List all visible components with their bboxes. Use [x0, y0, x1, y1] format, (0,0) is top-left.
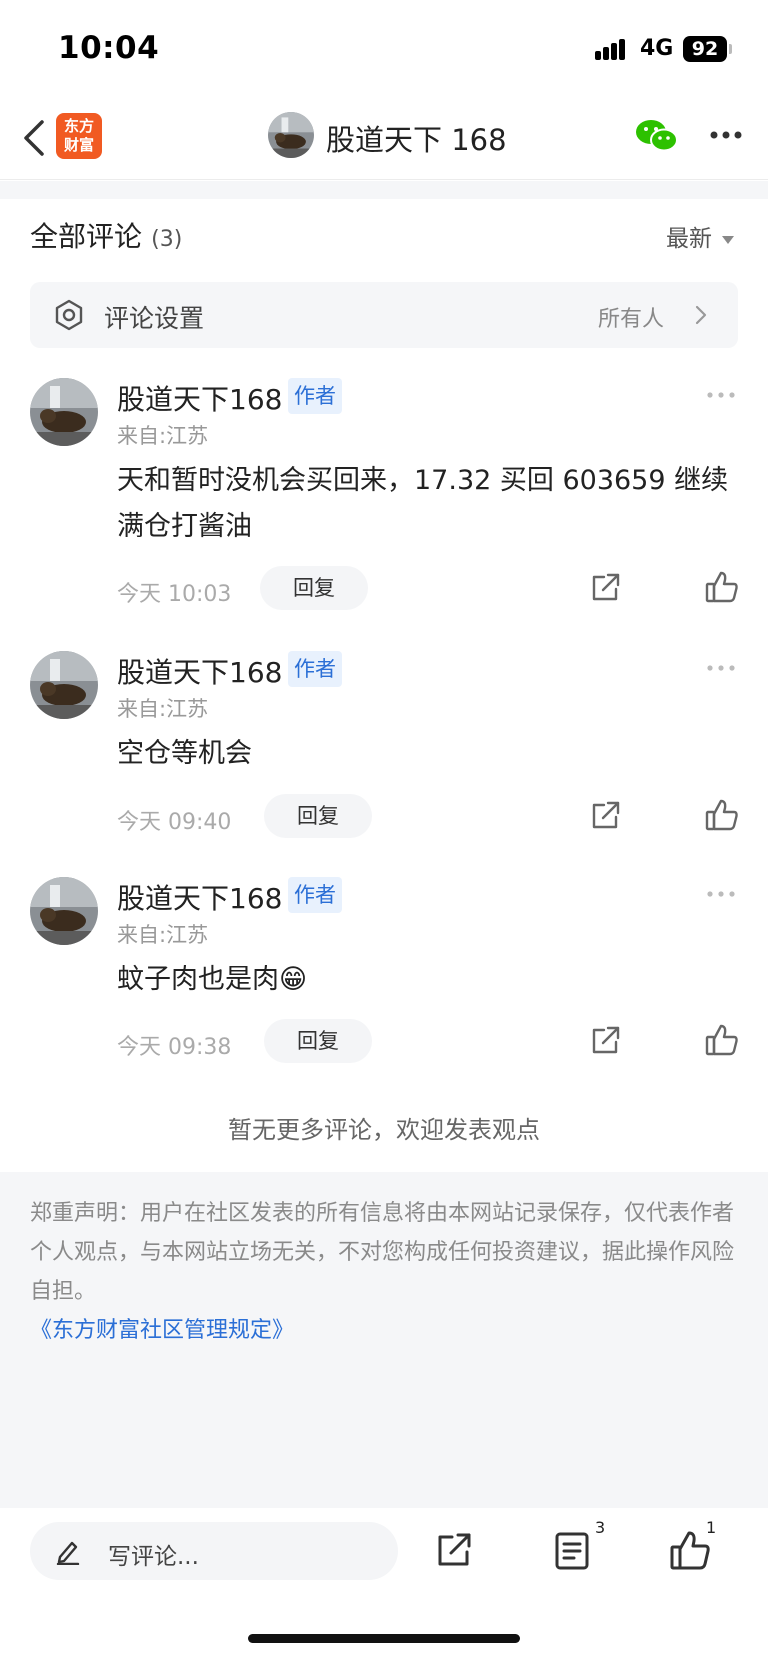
- comment-text: 天和暂时没机会买回来，17.32 买回 603659 继续满仓打酱油: [117, 465, 729, 542]
- like-count-badge: 1: [706, 1518, 717, 1537]
- sort-label: 最新: [666, 226, 712, 252]
- comment-location: 来自:江苏: [117, 424, 209, 448]
- comment-list-icon[interactable]: [552, 1530, 592, 1572]
- comment-placeholder: 写评论...: [108, 1544, 199, 1570]
- comment-location: 来自:江苏: [117, 697, 209, 721]
- comment-item: 股道天下168 作者 来自:江苏 蚊子肉也是肉😁 今天 09:38 回复: [0, 877, 768, 1063]
- avatar[interactable]: [268, 112, 314, 158]
- reply-button[interactable]: 回复: [264, 794, 372, 838]
- share-icon[interactable]: [588, 799, 622, 833]
- author-badge: 作者: [288, 651, 342, 687]
- status-bar: 10:04 4G 92: [0, 0, 768, 96]
- back-button[interactable]: [16, 116, 56, 160]
- avatar[interactable]: [30, 877, 98, 945]
- share-icon[interactable]: [434, 1530, 474, 1570]
- more-button[interactable]: [706, 120, 746, 150]
- bull-statue-avatar-icon: [30, 877, 98, 945]
- chevron-left-icon: [24, 120, 44, 156]
- thumbs-up-icon[interactable]: [704, 1022, 740, 1058]
- settings-label: 评论设置: [104, 304, 205, 333]
- nav-bar: 东方 财富 股道天下 168: [0, 96, 768, 180]
- battery-tip: [729, 44, 732, 54]
- more-dots-icon: [710, 131, 742, 139]
- comment-time: 今天 09:38: [117, 1035, 232, 1060]
- network-label: 4G: [640, 36, 674, 61]
- author-badge: 作者: [288, 378, 342, 414]
- comment-item: 股道天下168 作者 来自:江苏 空仓等机会 今天 09:40 回复: [0, 651, 768, 838]
- more-dots-icon[interactable]: [706, 390, 736, 400]
- more-dots-icon[interactable]: [706, 889, 736, 899]
- chevron-right-icon: [695, 305, 707, 325]
- comment-count-badge: 3: [595, 1518, 606, 1537]
- comment-input[interactable]: 写评论...: [30, 1522, 398, 1580]
- comments-count: (3): [151, 227, 183, 252]
- share-icon[interactable]: [588, 1024, 622, 1058]
- community-rules-link[interactable]: 《东方财富社区管理规定》: [30, 1311, 738, 1350]
- reply-button[interactable]: 回复: [260, 566, 368, 610]
- reply-button[interactable]: 回复: [264, 1019, 372, 1063]
- disclaimer-text: 郑重声明：用户在社区发表的所有信息将由本网站记录保存，仅代表作者个人观点，与本网…: [30, 1201, 735, 1304]
- status-time: 10:04: [58, 30, 160, 66]
- comment-author[interactable]: 股道天下168: [117, 378, 282, 418]
- logo-line-1: 东方: [63, 117, 94, 135]
- home-indicator[interactable]: [248, 1634, 520, 1643]
- comments-title: 全部评论: [30, 220, 143, 253]
- settings-value: 所有人: [597, 307, 664, 332]
- disclaimer-section: 郑重声明：用户在社区发表的所有信息将由本网站记录保存，仅代表作者个人观点，与本网…: [0, 1172, 768, 1508]
- bull-statue-avatar-icon: [268, 112, 314, 158]
- comment-author[interactable]: 股道天下168: [117, 877, 282, 917]
- avatar[interactable]: [30, 651, 98, 719]
- comment-time: 今天 09:40: [117, 810, 232, 835]
- page-title: 股道天下 168: [326, 123, 507, 157]
- bottom-bar: 写评论... 3 1: [0, 1508, 768, 1663]
- gear-icon: [55, 299, 83, 331]
- author-badge: 作者: [288, 877, 342, 913]
- comment-author[interactable]: 股道天下168: [117, 651, 282, 691]
- signal-icon: [595, 38, 631, 60]
- section-divider: [0, 181, 768, 199]
- comment-time: 今天 10:03: [117, 582, 232, 607]
- comment-item: 股道天下168 作者 来自:江苏 天和暂时没机会买回来，17.32 买回 603…: [0, 378, 768, 610]
- bull-statue-avatar-icon: [30, 378, 98, 446]
- pen-icon: [56, 1541, 80, 1565]
- battery-icon: 92: [683, 36, 727, 62]
- comment-text: 蚊子肉也是肉😁: [117, 964, 308, 995]
- sort-dropdown[interactable]: 最新: [666, 219, 734, 253]
- thumbs-up-icon[interactable]: [704, 797, 740, 833]
- logo-line-2: 财富: [63, 136, 94, 154]
- no-more-comments: 暂无更多评论，欢迎发表观点: [228, 1116, 540, 1144]
- wechat-icon: [636, 120, 678, 152]
- comments-header: 全部评论 (3) 最新: [30, 215, 740, 259]
- caret-down-icon: [722, 235, 734, 244]
- avatar[interactable]: [30, 378, 98, 446]
- app-logo[interactable]: 东方 财富: [56, 113, 102, 159]
- wechat-share-button[interactable]: [634, 116, 680, 156]
- thumbs-up-icon[interactable]: [704, 569, 740, 605]
- share-icon[interactable]: [588, 571, 622, 605]
- comment-text: 空仓等机会: [117, 738, 252, 769]
- bull-statue-avatar-icon: [30, 651, 98, 719]
- more-dots-icon[interactable]: [706, 663, 736, 673]
- comment-location: 来自:江苏: [117, 923, 209, 947]
- comment-settings-row[interactable]: 评论设置 所有人: [30, 282, 738, 348]
